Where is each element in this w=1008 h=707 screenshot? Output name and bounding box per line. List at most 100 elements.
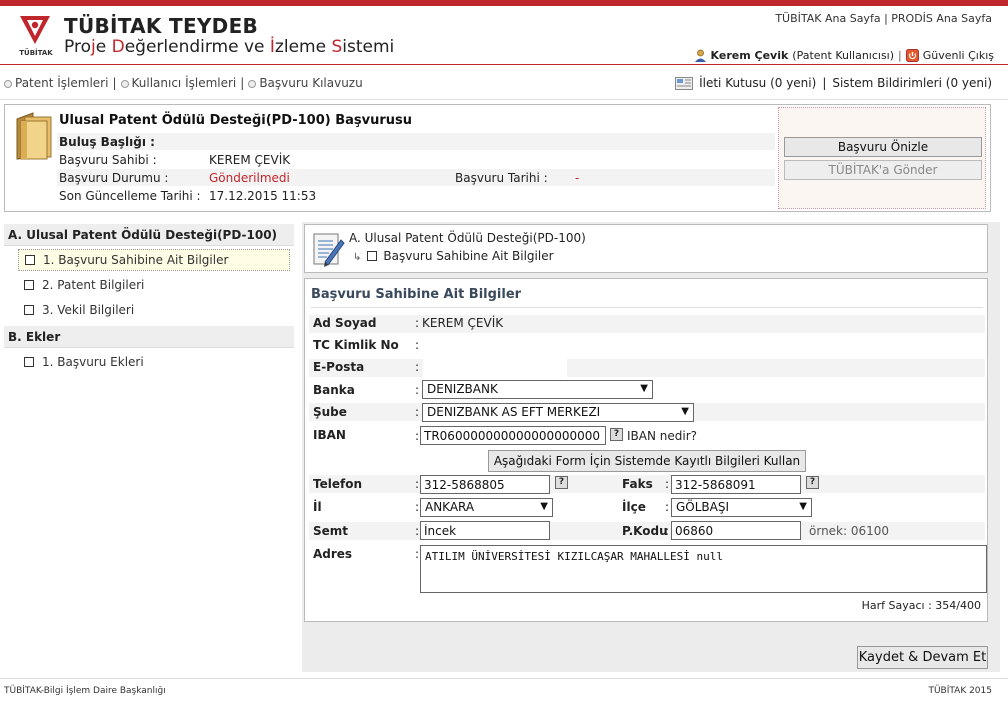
colon: :: [665, 477, 670, 491]
colon: :: [415, 338, 420, 352]
sidebar-item-label: 2. Patent Bilgileri: [42, 278, 145, 292]
checkbox-icon: [24, 357, 34, 367]
app-subtitle-part: istemi: [342, 37, 395, 57]
row-phone-fax: Telefon : Faks :: [309, 475, 985, 493]
help-icon[interactable]: ?: [806, 476, 819, 489]
bank-selected-value: DENIZBANK: [427, 382, 498, 396]
header: TÜBİTAK TÜBİTAK TEYDEB Proje Değerlendir…: [0, 6, 1008, 65]
address-textarea[interactable]: ATILIM ÜNİVERSİTESİ KIZILCAŞAR MAHALLESİ…: [420, 545, 987, 593]
row-city-district: İl : İlçe :: [309, 498, 985, 516]
edit-document-icon: [313, 233, 345, 267]
colon: :: [415, 360, 420, 374]
checkbox-icon: [367, 251, 378, 261]
dropdown-arrow-icon: ▼: [681, 406, 689, 417]
char-counter: Harf Sayacı : 354/400: [861, 599, 981, 612]
phone-label: Telefon: [313, 477, 362, 491]
tubitak-home-link[interactable]: TÜBİTAK Ana Sayfa: [775, 12, 880, 25]
tc-label: TC Kimlik No: [313, 338, 399, 352]
email-value: [423, 359, 567, 377]
nav-separator: |: [240, 76, 245, 90]
postcode-input[interactable]: [671, 521, 801, 540]
colon: :: [415, 316, 420, 330]
help-icon[interactable]: ?: [610, 428, 623, 441]
sidebar-item-patent-info[interactable]: 2. Patent Bilgileri: [18, 275, 290, 297]
name-label: Ad Soyad: [313, 316, 377, 330]
owner-label: Başvuru Sahibi :: [59, 153, 157, 167]
district-selected-value: GÖLBAŞI: [676, 500, 730, 514]
nav-user-operations[interactable]: Kullanıcı İşlemleri: [120, 76, 237, 90]
city-select[interactable]: ANKARA ▼: [420, 498, 553, 517]
info-row-owner: Başvuru Sahibi : KEREM ÇEVİK: [57, 151, 775, 168]
bank-select[interactable]: DENIZBANK ▼: [422, 380, 653, 399]
app-subtitle-part: zleme: [274, 37, 332, 57]
help-icon[interactable]: ?: [555, 476, 568, 489]
inbox-link[interactable]: İleti Kutusu (0 yeni): [699, 76, 816, 90]
fax-label: Faks: [622, 477, 653, 491]
nav-item-label: Kullanıcı İşlemleri: [131, 76, 237, 90]
breadcrumb-level-1[interactable]: A. Ulusal Patent Ödülü Desteği(PD-100): [349, 231, 586, 245]
breadcrumb-level-2: ↳ Başvuru Sahibine Ait Bilgiler: [353, 249, 554, 263]
postcode-example: örnek: 06100: [809, 524, 890, 538]
sidebar-item-attorney-info[interactable]: 3. Vekil Bilgileri: [18, 300, 290, 322]
status-value: Gönderilmedi: [209, 171, 290, 185]
system-notices-link[interactable]: Sistem Bildirimleri (0 yeni): [832, 76, 992, 90]
sidebar-item-applicant-info[interactable]: 1. Başvuru Sahibine Ait Bilgiler: [18, 249, 290, 271]
last-updated-label: Son Güncelleme Tarihi :: [59, 189, 201, 203]
nav-application-guide[interactable]: Başvuru Kılavuzu: [248, 76, 363, 90]
district-select[interactable]: GÖLBAŞI ▼: [671, 498, 812, 517]
save-and-continue-button[interactable]: Kaydet & Devam Et: [857, 646, 988, 669]
iban-help-link[interactable]: IBAN nedir?: [627, 429, 697, 443]
nav-separator: |: [112, 76, 117, 90]
app-subtitle: Proje Değerlendirme ve İzleme Sistemi: [64, 37, 394, 57]
notifications-nav: İleti Kutusu (0 yeni) | Sistem Bildiriml…: [675, 76, 992, 90]
email-label: E-Posta: [313, 360, 365, 374]
nav-patent-operations[interactable]: Patent İşlemleri: [4, 76, 108, 90]
area-label: Semt: [313, 524, 349, 538]
status-label: Başvuru Durumu :: [59, 171, 169, 185]
user-bar: Kerem Çevik (Patent Kullanıcısı) | Güven…: [694, 49, 994, 62]
branch-select[interactable]: DENIZBANK AS EFT MERKEZI ▼: [422, 403, 694, 422]
user-bar-separator: |: [898, 49, 902, 62]
preview-application-button[interactable]: Başvuru Önizle: [784, 137, 982, 157]
row-area-postcode: Semt : P.Kodu : örnek: 06100: [309, 522, 985, 540]
child-arrow-icon: ↳: [353, 252, 362, 263]
fax-input[interactable]: [671, 475, 801, 494]
phone-input[interactable]: [420, 475, 550, 494]
prodis-home-link[interactable]: PRODİS Ana Sayfa: [891, 12, 992, 25]
footer-right: TÜBİTAK 2015: [928, 686, 992, 696]
area-input[interactable]: [420, 521, 550, 540]
dropdown-arrow-icon: ▼: [640, 383, 648, 394]
tubitak-logo[interactable]: TÜBİTAK: [14, 12, 58, 62]
power-icon[interactable]: [905, 49, 919, 62]
sidebar-item-attachments[interactable]: 1. Başvuru Ekleri: [18, 352, 290, 374]
user-name[interactable]: Kerem Çevik: [711, 49, 789, 62]
row-tc: TC Kimlik No :: [309, 337, 985, 355]
iban-input[interactable]: [420, 426, 606, 445]
info-row-updated: Son Güncelleme Tarihi : 17.12.2015 11:53: [57, 187, 775, 204]
app-subtitle-part: S: [331, 37, 343, 57]
application-title: Ulusal Patent Ödülü Desteği(PD-100) Başv…: [59, 113, 413, 128]
logout-link[interactable]: Güvenli Çıkış: [923, 49, 994, 62]
bank-label: Banka: [313, 383, 355, 397]
info-row-status: Başvuru Durumu : Gönderilmedi Başvuru Ta…: [57, 169, 775, 186]
divider: [311, 307, 983, 308]
form-title: Başvuru Sahibine Ait Bilgiler: [311, 287, 522, 302]
nav-item-label: Başvuru Kılavuzu: [259, 76, 363, 90]
user-icon: [694, 49, 706, 62]
bullet-icon: [248, 79, 257, 88]
application-date-label: Başvuru Tarihi :: [455, 171, 548, 185]
colon: :: [415, 477, 420, 491]
user-role: (Patent Kullanıcısı): [792, 49, 895, 62]
sidebar-item-label: 1. Başvuru Sahibine Ait Bilgiler: [43, 253, 229, 267]
colon: :: [415, 524, 420, 538]
breadcrumb: A. Ulusal Patent Ödülü Desteği(PD-100) ↳…: [304, 224, 988, 273]
row-name: Ad Soyad : KEREM ÇEVİK: [309, 315, 985, 333]
use-saved-info-button[interactable]: Aşağıdaki Form İçin Sistemde Kayıtlı Bil…: [488, 450, 806, 472]
top-links: TÜBİTAK Ana Sayfa | PRODİS Ana Sayfa: [775, 12, 992, 25]
main-nav: Patent İşlemleri | Kullanıcı İşlemleri |…: [4, 76, 363, 90]
invention-title-label: Buluş Başlığı :: [59, 135, 155, 149]
postcode-label: P.Kodu: [622, 524, 668, 538]
application-actions: Başvuru Önizle TÜBİTAK'a Gönder: [778, 107, 986, 209]
send-to-tubitak-button[interactable]: TÜBİTAK'a Gönder: [784, 160, 982, 180]
nav-separator: |: [822, 76, 827, 90]
